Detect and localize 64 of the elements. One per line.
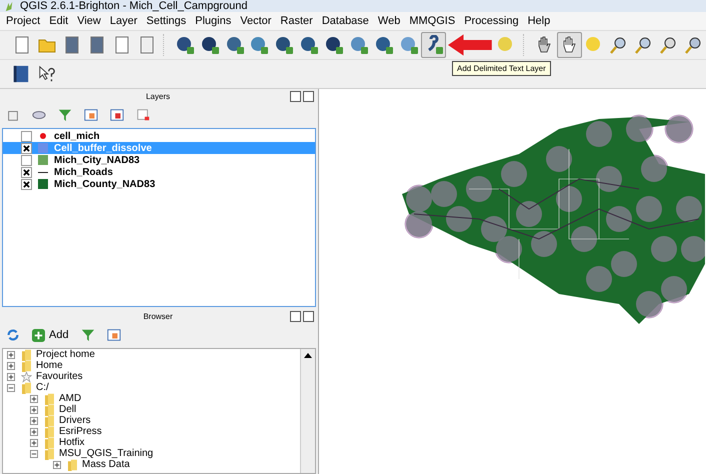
menu-item[interactable]: Raster — [277, 15, 319, 27]
comma-icon[interactable] — [421, 32, 446, 58]
tree-item[interactable]: Drivers — [3, 415, 300, 426]
legend-entry[interactable]: Mich_Roads — [3, 166, 315, 178]
folder-icon — [44, 426, 55, 438]
tree-item[interactable]: AMD — [3, 393, 300, 404]
checkbox[interactable] — [21, 166, 32, 178]
tree-item[interactable]: Home — [3, 360, 300, 371]
legend-entry[interactable]: Mich_City_NAD83 — [3, 154, 315, 166]
menu-item[interactable]: Database — [318, 15, 375, 27]
panel-title: Layers — [144, 92, 171, 101]
refresh-icon[interactable] — [6, 328, 20, 342]
folder-icon — [44, 404, 55, 416]
folder-icon — [44, 436, 55, 448]
add-button[interactable]: Add — [32, 328, 69, 342]
star-icon — [21, 370, 32, 382]
float-icon[interactable] — [290, 311, 301, 322]
tree-item[interactable]: Project home — [3, 349, 300, 360]
filter-icon[interactable] — [80, 328, 95, 342]
folder-icon — [21, 382, 32, 394]
plus-icon — [32, 328, 45, 342]
menu-item[interactable]: Plugins — [192, 15, 238, 27]
menu-item[interactable]: View — [74, 15, 107, 27]
checkbox[interactable] — [21, 130, 32, 142]
tree-item[interactable]: Hotfix — [3, 437, 300, 448]
menu-item[interactable]: Help — [524, 15, 556, 27]
menu-item[interactable]: MMQGIS — [406, 15, 462, 27]
pointer-question-icon[interactable] — [38, 65, 56, 83]
folder-icon — [67, 458, 78, 470]
menu-item[interactable]: Web — [374, 15, 406, 27]
menu-item[interactable]: Processing — [461, 15, 525, 27]
panel-title: Browser — [142, 312, 174, 321]
checkbox[interactable] — [21, 154, 32, 166]
menu-item[interactable]: Edit — [46, 15, 74, 27]
tree-item[interactable]: MSU_QGIS_Training — [3, 448, 300, 459]
hand-icon[interactable] — [556, 32, 582, 58]
folder-icon — [44, 414, 55, 426]
remove-layer-icon[interactable] — [136, 108, 150, 122]
folder-icon — [21, 360, 32, 372]
tree-item[interactable]: Mass Data — [3, 459, 300, 470]
menu-item[interactable]: Layer — [106, 15, 144, 27]
tree-item[interactable]: Dell — [3, 404, 300, 415]
help-book-icon[interactable] — [12, 65, 30, 83]
close-icon[interactable] — [303, 91, 314, 102]
tooltip: Add Delimited Text Layer — [452, 61, 551, 76]
folder-icon — [21, 348, 32, 360]
checkbox[interactable] — [21, 142, 32, 154]
folder-icon — [44, 448, 55, 460]
menu-item[interactable]: Project — [3, 15, 46, 27]
checkbox[interactable] — [21, 178, 32, 190]
menu-item[interactable]: Vector — [237, 15, 278, 27]
legend-entry[interactable]: Mich_County_NAD83 — [3, 178, 315, 190]
tree-item[interactable]: EsriPress — [3, 426, 300, 437]
float-icon[interactable] — [290, 91, 301, 102]
scrollbar[interactable] — [300, 349, 315, 473]
tree-item[interactable]: C:/ — [3, 382, 300, 393]
tree-item[interactable]: Favourites — [3, 371, 300, 382]
arrow-icon — [448, 34, 492, 56]
close-icon[interactable] — [303, 311, 314, 322]
window-title: QGIS 2.6.1-Brighton - Mich_Cell_Campground — [20, 0, 248, 12]
menu-item[interactable]: Settings — [143, 15, 192, 27]
legend-entry[interactable]: cell_mich — [3, 130, 315, 142]
folder-icon — [44, 392, 55, 404]
filter-icon[interactable] — [58, 108, 72, 122]
